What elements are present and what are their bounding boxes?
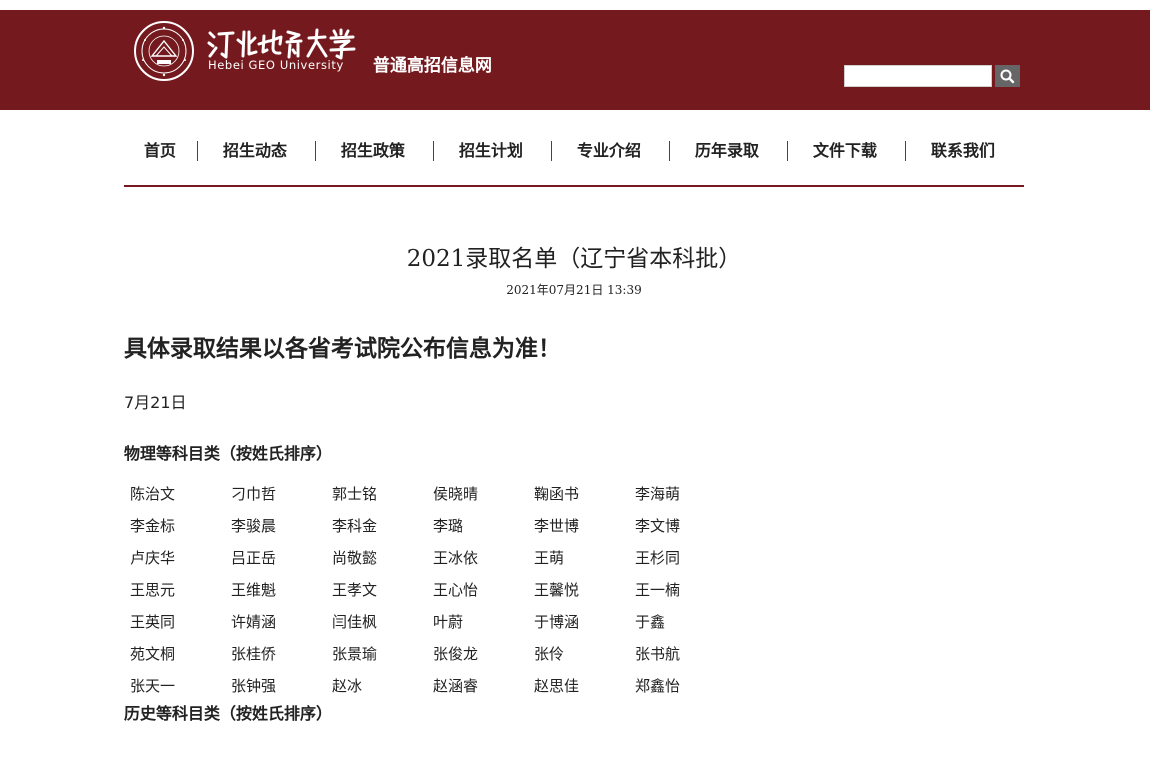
student-name: 王冰依 [433, 549, 479, 567]
student-name: 张书航 [635, 645, 681, 663]
student-name: 王孝文 [332, 581, 378, 599]
student-name: 李世博 [534, 517, 580, 535]
history-section-title: 历史等科目类（按姓氏排序） [124, 704, 333, 723]
student-name: 王维魁 [231, 581, 277, 599]
nav-item-contact[interactable]: 联系我们 [931, 138, 995, 164]
student-name: 陈治文 [130, 485, 176, 503]
name-row: 陈治文 刁巾哲 郭士铭 侯晓晴 鞠函书 李海萌 [130, 478, 750, 510]
student-name: 于鑫 [635, 613, 666, 631]
student-name: 李文博 [635, 517, 681, 535]
student-name: 赵冰 [332, 677, 363, 695]
student-name: 王英同 [130, 613, 176, 631]
student-name: 于博涵 [534, 613, 580, 631]
student-name: 张天一 [130, 677, 176, 695]
student-name: 吕正岳 [231, 549, 277, 567]
student-name: 闫佳枫 [332, 613, 378, 631]
student-name: 赵涵睿 [433, 677, 479, 695]
student-name: 郑鑫怡 [635, 677, 681, 695]
student-name: 卢庆华 [130, 549, 176, 567]
university-calligraphy-logo [207, 28, 356, 60]
nav-item-admission-policy[interactable]: 招生政策 [341, 138, 405, 164]
search-icon [1000, 69, 1015, 84]
main-navigation: 首页 招生动态 招生政策 招生计划 专业介绍 历年录取 文件下载 联系我们 [125, 138, 1023, 164]
admission-notice: 具体录取结果以各省考试院公布信息为准！ [124, 336, 561, 362]
student-name: 王一楠 [635, 581, 681, 599]
nav-separator [905, 141, 906, 161]
name-row: 王英同 许婧涵 闫佳枫 叶蔚 于博涵 于鑫 [130, 606, 750, 638]
list-date: 7月21日 [124, 393, 187, 412]
nav-separator [669, 141, 670, 161]
student-name: 王思元 [130, 581, 176, 599]
physics-section-title: 物理等科目类（按姓氏排序） [124, 444, 333, 463]
name-row: 卢庆华 吕正岳 尚敬懿 王冰依 王萌 王杉同 [130, 542, 750, 574]
university-seal-logo[interactable] [133, 20, 195, 82]
nav-item-admission-news[interactable]: 招生动态 [223, 138, 287, 164]
nav-separator [433, 141, 434, 161]
nav-separator [315, 141, 316, 161]
nav-separator [551, 141, 552, 161]
student-name: 张伶 [534, 645, 565, 663]
student-name: 侯晓晴 [433, 485, 479, 503]
university-english-name: Hebei GEO University [208, 58, 344, 72]
student-name: 张景瑜 [332, 645, 378, 663]
student-name: 鞠函书 [534, 485, 580, 503]
search-input[interactable] [844, 65, 992, 87]
nav-item-admission-plan[interactable]: 招生计划 [459, 138, 523, 164]
student-name: 王心怡 [433, 581, 479, 599]
name-row: 王思元 王维魁 王孝文 王心怡 王馨悦 王一楠 [130, 574, 750, 606]
student-name: 张俊龙 [433, 645, 479, 663]
site-title[interactable]: 普通高招信息网 [373, 51, 492, 76]
student-name: 王萌 [534, 549, 565, 567]
student-name: 王杉同 [635, 549, 681, 567]
student-name: 李金标 [130, 517, 176, 535]
search-button[interactable] [995, 65, 1020, 87]
article-date: 2021年07月21日 13:39 [506, 283, 642, 297]
name-row [130, 738, 750, 770]
nav-divider [124, 185, 1024, 187]
student-name: 赵思佳 [534, 677, 580, 695]
history-name-table [130, 738, 750, 770]
name-row: 苑文桐 张桂侨 张景瑜 张俊龙 张伶 张书航 [130, 638, 750, 670]
student-name: 李璐 [433, 517, 464, 535]
student-name: 李海萌 [635, 485, 681, 503]
name-row: 李金标 李骏晨 李科金 李璐 李世博 李文博 [130, 510, 750, 542]
student-name: 郭士铭 [332, 485, 378, 503]
nav-item-downloads[interactable]: 文件下载 [813, 138, 877, 164]
article-title: 2021录取名单（辽宁省本科批） [406, 246, 742, 272]
nav-item-majors[interactable]: 专业介绍 [577, 138, 641, 164]
nav-separator [197, 141, 198, 161]
student-name: 张桂侨 [231, 645, 277, 663]
student-name: 王馨悦 [534, 581, 580, 599]
name-row: 张天一 张钟强 赵冰 赵涵睿 赵思佳 郑鑫怡 [130, 670, 750, 702]
student-name: 张钟强 [231, 677, 277, 695]
student-name: 李科金 [332, 517, 378, 535]
student-name: 许婧涵 [231, 613, 277, 631]
student-name: 苑文桐 [130, 645, 176, 663]
nav-separator [787, 141, 788, 161]
student-name: 李骏晨 [231, 517, 277, 535]
nav-item-past-admissions[interactable]: 历年录取 [695, 138, 759, 164]
physics-name-table: 陈治文 刁巾哲 郭士铭 侯晓晴 鞠函书 李海萌李金标 李骏晨 李科金 李璐 李世博 李文博卢庆华 吕正… [130, 478, 750, 702]
student-name: 尚敬懿 [332, 549, 378, 567]
nav-item-home[interactable]: 首页 [144, 138, 176, 164]
student-name: 刁巾哲 [231, 485, 277, 503]
student-name: 叶蔚 [433, 613, 464, 631]
